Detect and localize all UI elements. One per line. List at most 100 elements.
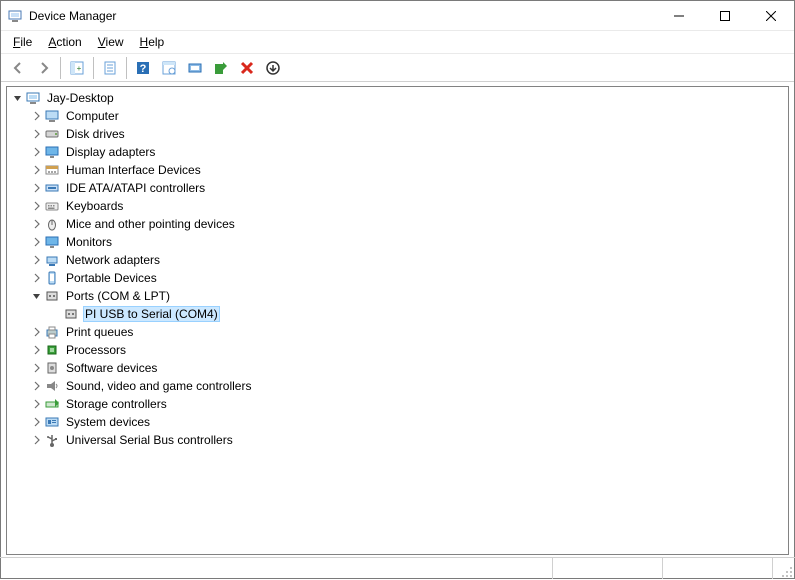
menubar: File Action View Help bbox=[1, 31, 794, 54]
chevron-right-icon[interactable] bbox=[30, 145, 44, 159]
port-icon bbox=[63, 306, 79, 322]
scan-hardware-button[interactable] bbox=[157, 56, 181, 80]
chevron-right-icon[interactable] bbox=[30, 199, 44, 213]
software-icon bbox=[44, 360, 60, 376]
tree-category[interactable]: Processors bbox=[7, 341, 788, 359]
tree-item-label: Mice and other pointing devices bbox=[64, 216, 237, 232]
tree-category[interactable]: Storage controllers bbox=[7, 395, 788, 413]
sound-icon bbox=[44, 378, 60, 394]
update-driver-button[interactable] bbox=[183, 56, 207, 80]
cpu-icon bbox=[44, 342, 60, 358]
tree-item-label: Computer bbox=[64, 108, 121, 124]
tree-item-label: Portable Devices bbox=[64, 270, 159, 286]
tree-category[interactable]: Print queues bbox=[7, 323, 788, 341]
tree-category[interactable]: Universal Serial Bus controllers bbox=[7, 431, 788, 449]
app-icon bbox=[7, 8, 23, 24]
chevron-right-icon[interactable] bbox=[30, 343, 44, 357]
tree-category[interactable]: IDE ATA/ATAPI controllers bbox=[7, 179, 788, 197]
statusbar bbox=[0, 557, 795, 579]
show-hide-console-tree-button[interactable]: + bbox=[65, 56, 89, 80]
printer-icon bbox=[44, 324, 60, 340]
tree-category[interactable]: Network adapters bbox=[7, 251, 788, 269]
portable-icon bbox=[44, 270, 60, 286]
tree-category[interactable]: Computer bbox=[7, 107, 788, 125]
tree-item-label: Sound, video and game controllers bbox=[64, 378, 253, 394]
menu-action[interactable]: Action bbox=[42, 33, 87, 51]
close-button[interactable] bbox=[748, 1, 794, 31]
enable-device-button[interactable] bbox=[209, 56, 233, 80]
tree-item-label: Keyboards bbox=[64, 198, 125, 214]
resize-grip[interactable] bbox=[773, 558, 795, 580]
chevron-right-icon[interactable] bbox=[30, 415, 44, 429]
device-tree-panel[interactable]: Jay-Desktop Computer Disk drives Display ad… bbox=[6, 86, 789, 555]
chevron-right-icon[interactable] bbox=[30, 253, 44, 267]
minimize-button[interactable] bbox=[656, 1, 702, 31]
tree-item-label: Software devices bbox=[64, 360, 159, 376]
keyboard-icon bbox=[44, 198, 60, 214]
usb-icon bbox=[44, 432, 60, 448]
chevron-right-icon[interactable] bbox=[30, 163, 44, 177]
menu-view[interactable]: View bbox=[92, 33, 130, 51]
system-icon bbox=[44, 414, 60, 430]
chevron-right-icon[interactable] bbox=[30, 361, 44, 375]
mouse-icon bbox=[44, 216, 60, 232]
tree-category[interactable]: Human Interface Devices bbox=[7, 161, 788, 179]
tree-device[interactable]: PI USB to Serial (COM4) bbox=[7, 305, 788, 323]
disable-device-button[interactable] bbox=[261, 56, 285, 80]
root-icon bbox=[25, 90, 41, 106]
tree-category[interactable]: Keyboards bbox=[7, 197, 788, 215]
chevron-right-icon[interactable] bbox=[30, 433, 44, 447]
menu-help[interactable]: Help bbox=[134, 33, 171, 51]
tree-category[interactable]: System devices bbox=[7, 413, 788, 431]
tree-category[interactable]: Monitors bbox=[7, 233, 788, 251]
help-button[interactable]: ? bbox=[131, 56, 155, 80]
tree-category[interactable]: Mice and other pointing devices bbox=[7, 215, 788, 233]
maximize-button[interactable] bbox=[702, 1, 748, 31]
tree-item-label: Print queues bbox=[64, 324, 135, 340]
svg-text:+: + bbox=[77, 64, 82, 73]
svg-text:?: ? bbox=[140, 63, 147, 75]
tree-item-label: Jay-Desktop bbox=[45, 90, 116, 106]
network-icon bbox=[44, 252, 60, 268]
tree-item-label: IDE ATA/ATAPI controllers bbox=[64, 180, 207, 196]
titlebar: Device Manager bbox=[1, 1, 794, 31]
forward-button[interactable] bbox=[32, 56, 56, 80]
chevron-right-icon[interactable] bbox=[30, 181, 44, 195]
chevron-right-icon[interactable] bbox=[30, 217, 44, 231]
chevron-right-icon[interactable] bbox=[30, 271, 44, 285]
tree-category[interactable]: Disk drives bbox=[7, 125, 788, 143]
menu-file[interactable]: File bbox=[7, 33, 38, 51]
chevron-right-icon[interactable] bbox=[30, 325, 44, 339]
tree-item-label: Disk drives bbox=[64, 126, 127, 142]
disk-icon bbox=[44, 126, 60, 142]
chevron-right-icon[interactable] bbox=[30, 379, 44, 393]
tree-root[interactable]: Jay-Desktop bbox=[7, 89, 788, 107]
tree-item-label: Ports (COM & LPT) bbox=[64, 288, 172, 304]
chevron-right-icon[interactable] bbox=[30, 109, 44, 123]
chevron-right-icon[interactable] bbox=[30, 127, 44, 141]
chevron-right-icon[interactable] bbox=[30, 235, 44, 249]
computer-icon bbox=[44, 108, 60, 124]
tree-category[interactable]: Software devices bbox=[7, 359, 788, 377]
properties-button[interactable] bbox=[98, 56, 122, 80]
hid-icon bbox=[44, 162, 60, 178]
chevron-right-icon[interactable] bbox=[30, 397, 44, 411]
display-icon bbox=[44, 144, 60, 160]
port-icon bbox=[44, 288, 60, 304]
tree-item-label: System devices bbox=[64, 414, 152, 430]
window-title: Device Manager bbox=[29, 9, 116, 23]
tree-category[interactable]: Sound, video and game controllers bbox=[7, 377, 788, 395]
back-button[interactable] bbox=[6, 56, 30, 80]
tree-category[interactable]: Portable Devices bbox=[7, 269, 788, 287]
ide-icon bbox=[44, 180, 60, 196]
tree-item-label: Processors bbox=[64, 342, 128, 358]
monitor-icon bbox=[44, 234, 60, 250]
tree-item-label: Universal Serial Bus controllers bbox=[64, 432, 235, 448]
chevron-down-icon[interactable] bbox=[30, 289, 44, 303]
tree-category[interactable]: Ports (COM & LPT) bbox=[7, 287, 788, 305]
uninstall-device-button[interactable] bbox=[235, 56, 259, 80]
tree-item-label: PI USB to Serial (COM4) bbox=[83, 306, 220, 322]
tree-item-label: Display adapters bbox=[64, 144, 157, 160]
tree-category[interactable]: Display adapters bbox=[7, 143, 788, 161]
chevron-down-icon[interactable] bbox=[11, 91, 25, 105]
